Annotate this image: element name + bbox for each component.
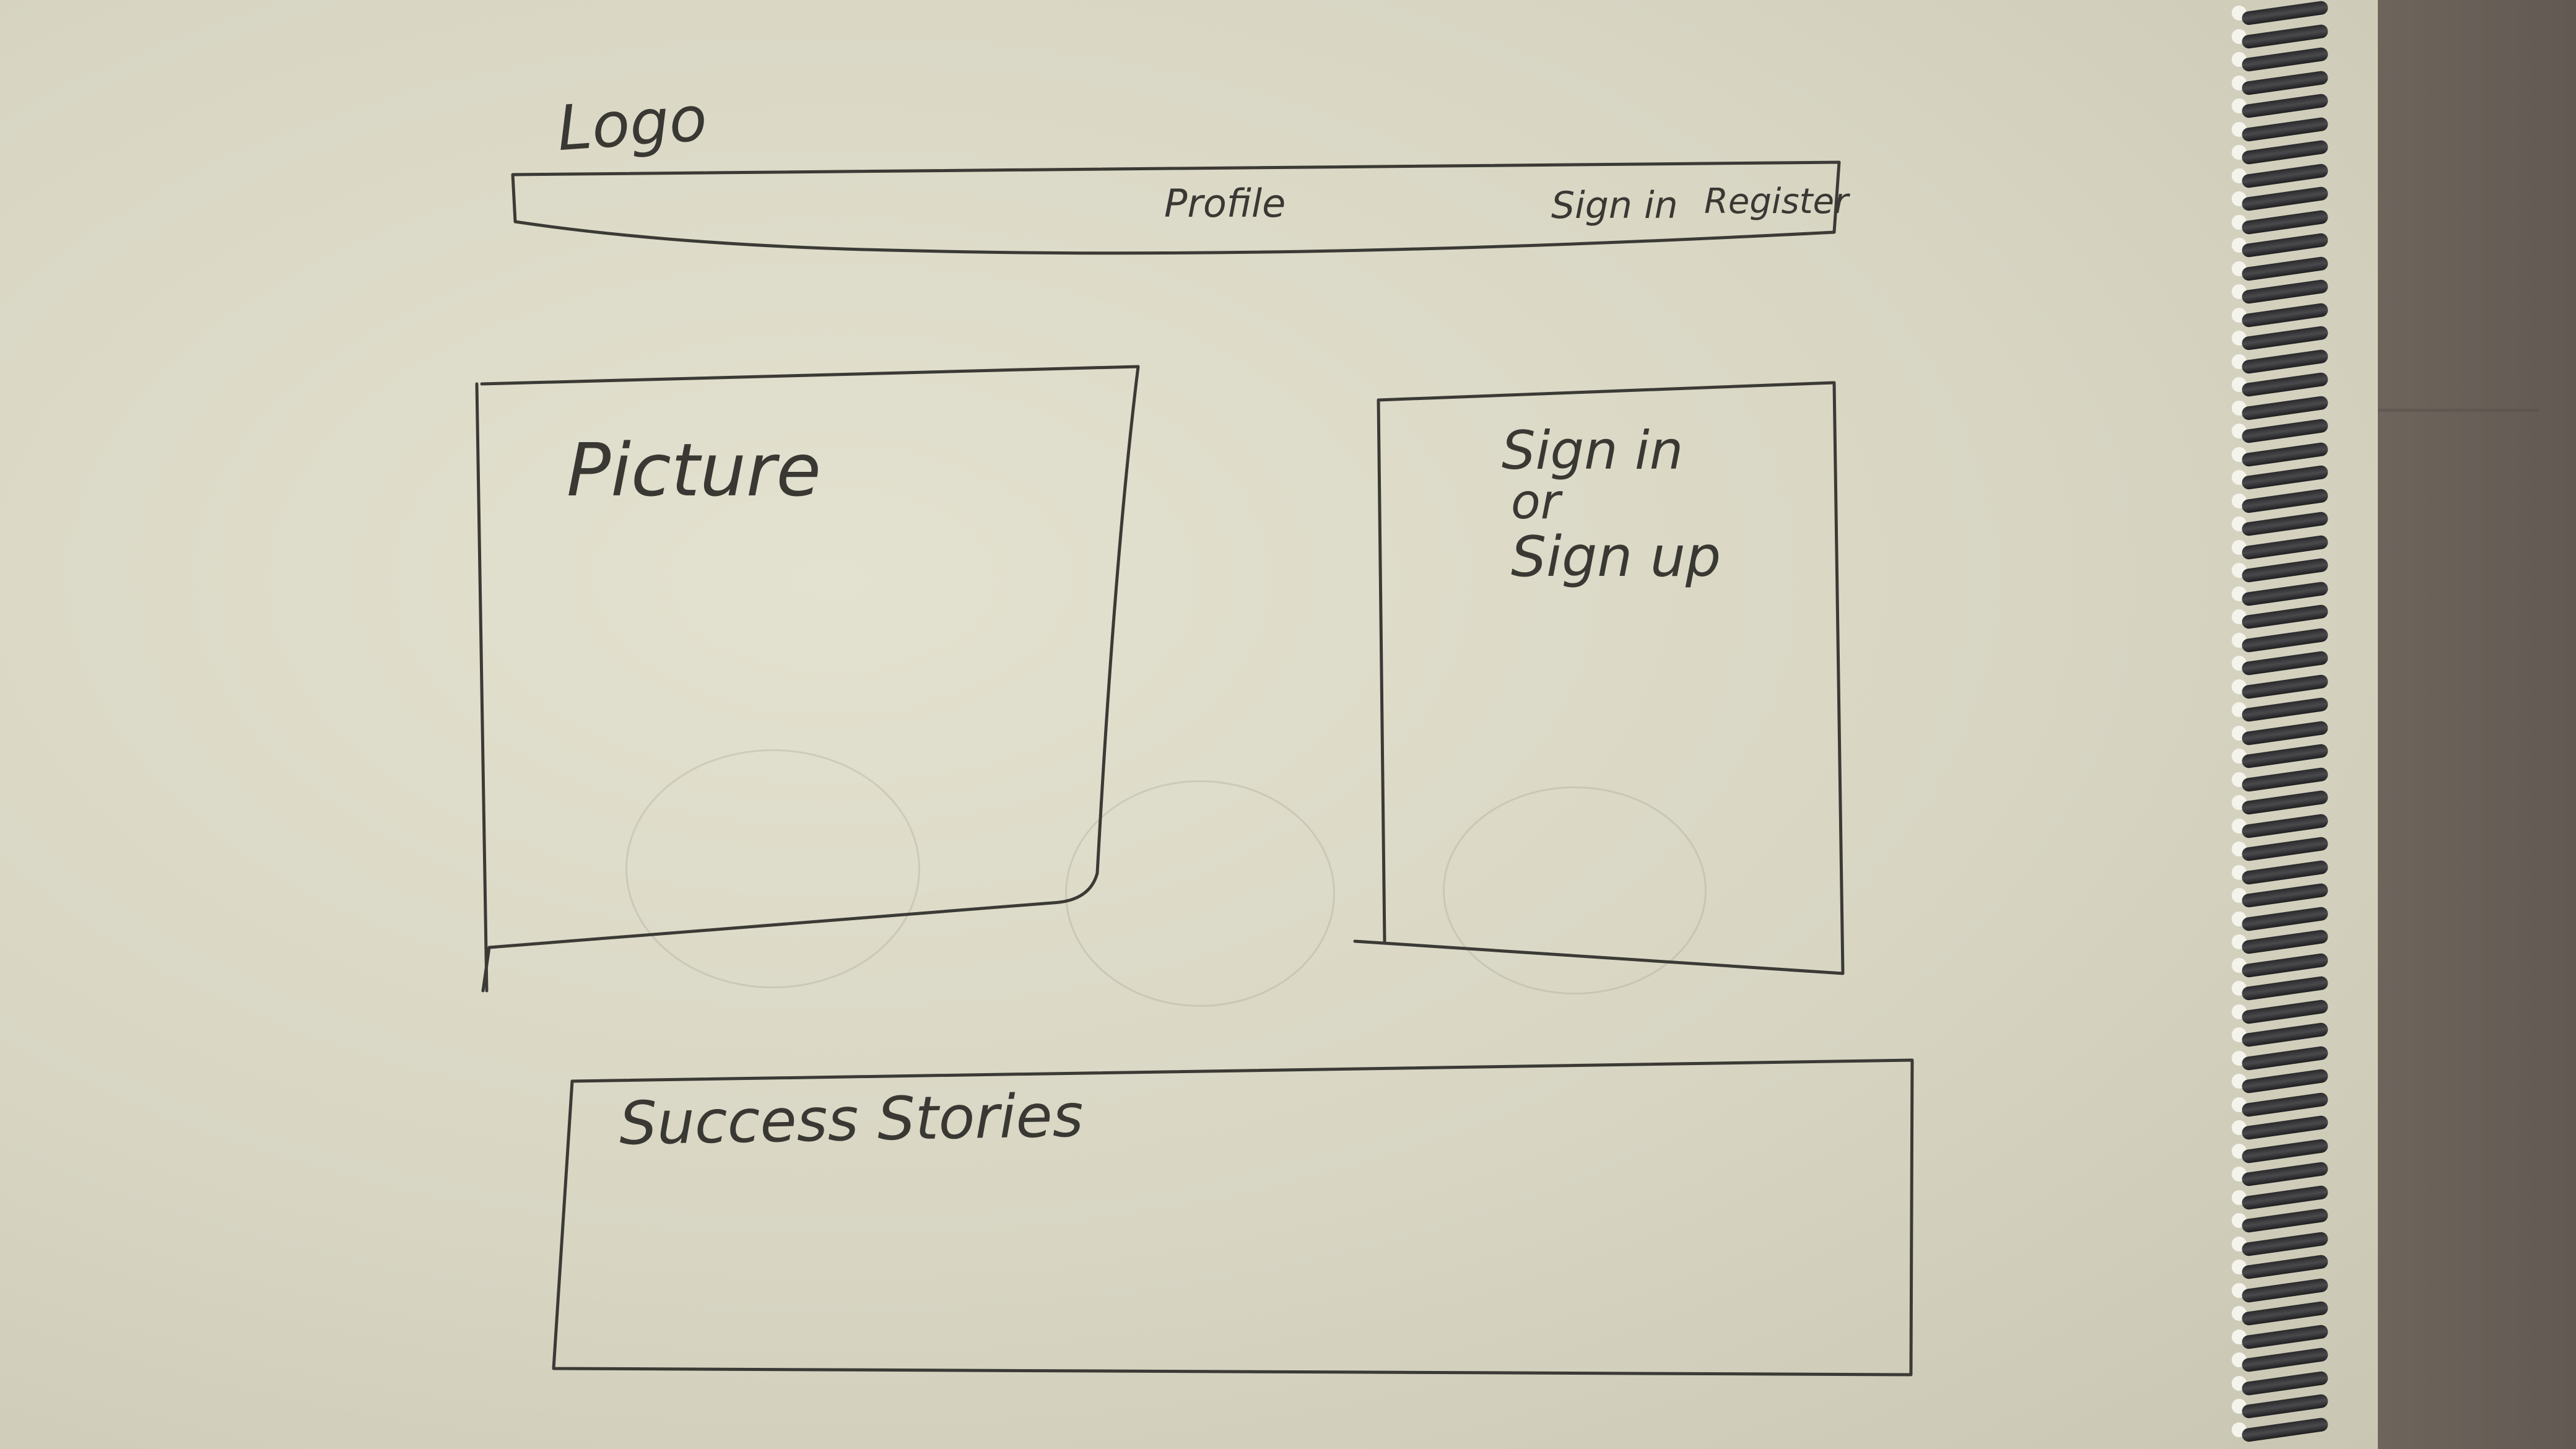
nav-register-link[interactable]: Register — [1704, 185, 1848, 219]
nav-profile-link[interactable]: Profile — [1164, 185, 1286, 223]
success-stories-title: Success Stories — [619, 1081, 1084, 1159]
logo-text: Logo — [555, 82, 710, 165]
auth-or-text: or — [1511, 474, 1560, 530]
auth-sign-in-text[interactable]: Sign in — [1502, 424, 1683, 477]
auth-sign-up-text[interactable]: Sign up — [1511, 529, 1721, 585]
picture-label: Picture — [567, 427, 821, 513]
nav-sign-in-link[interactable]: Sign in — [1551, 187, 1678, 224]
